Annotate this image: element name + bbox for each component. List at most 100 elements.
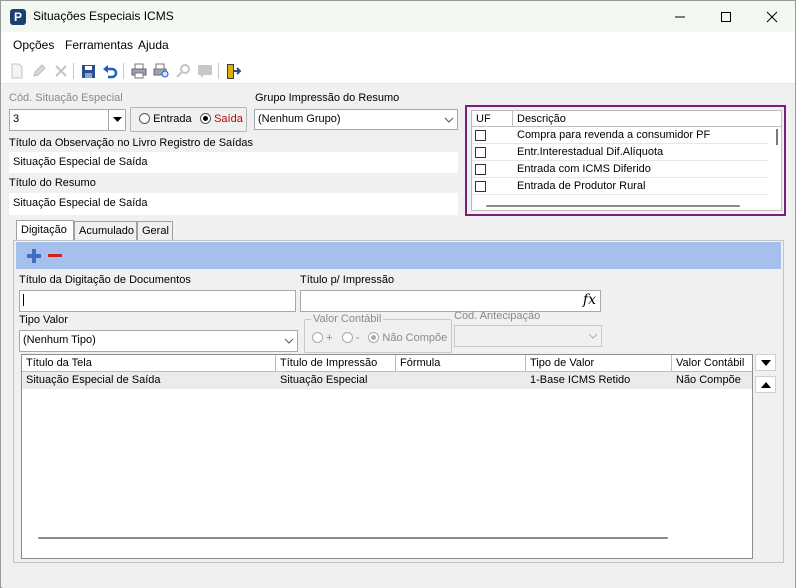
chevron-down-icon xyxy=(444,117,453,123)
uf-row[interactable]: Compra para revenda a consumidor PF xyxy=(472,127,768,144)
uf-row[interactable]: Entr.Interestadual Dif.Alíquota xyxy=(472,144,768,161)
search-icon xyxy=(176,64,190,78)
close-button[interactable] xyxy=(749,1,795,32)
print-button[interactable] xyxy=(130,62,148,80)
titulo-impressao-label: Título p/ Impressão xyxy=(300,274,395,286)
add-row-button[interactable] xyxy=(26,248,42,264)
toolbar-separator xyxy=(218,63,219,79)
cod-situacao-dropdown-button[interactable] xyxy=(108,110,125,130)
exit-button[interactable] xyxy=(224,62,242,80)
undo-button[interactable] xyxy=(101,62,119,80)
radio-vc-nao-compoe-label: Não Compõe xyxy=(382,332,448,344)
radio-saida-circle[interactable] xyxy=(200,113,211,124)
uf-horizontal-scrollbar[interactable] xyxy=(486,205,740,207)
uf-grid-header: UF Descrição xyxy=(472,111,781,127)
grid-horizontal-scrollbar[interactable] xyxy=(38,537,668,539)
titulo-observacao-input[interactable]: Situação Especial de Saída xyxy=(9,152,458,173)
uf-row-descricao: Entrada de Produtor Rural xyxy=(517,180,646,192)
radio-entrada-circle[interactable] xyxy=(139,113,150,124)
uf-vertical-scrollbar[interactable] xyxy=(776,129,778,145)
print-preview-icon xyxy=(153,63,169,78)
radio-vc-nao-compoe[interactable] xyxy=(368,332,380,343)
toolbar-separator xyxy=(73,63,74,79)
fields-grid: Título da Tela Título de Impressão Fórmu… xyxy=(21,354,753,559)
uf-row[interactable]: Entrada de Produtor Rural xyxy=(472,178,768,195)
grupo-impressao-select[interactable]: (Nenhum Grupo) xyxy=(254,109,458,130)
tab-digitacao[interactable]: Digitação xyxy=(16,220,74,242)
grupo-impressao-label: Grupo Impressão do Resumo xyxy=(255,92,400,104)
radio-vc-plus[interactable] xyxy=(312,332,323,343)
delete-icon xyxy=(55,65,67,77)
cod-antecipacao-dropdown-button[interactable] xyxy=(584,326,601,346)
uf-checkbox[interactable] xyxy=(475,164,486,175)
search-button[interactable] xyxy=(174,62,192,80)
move-up-button[interactable] xyxy=(755,376,776,393)
cell-tipo-valor: 1-Base ICMS Retido xyxy=(530,374,631,386)
uf-column-header[interactable]: UF xyxy=(476,113,491,125)
col-tipo-valor[interactable]: Tipo de Valor xyxy=(526,355,672,372)
col-titulo-tela[interactable]: Título da Tela xyxy=(22,355,276,372)
plus-icon xyxy=(27,249,41,263)
cod-situacao-label: Cód. Situação Especial xyxy=(9,92,123,104)
new-button[interactable] xyxy=(8,62,26,80)
menu-ajuda[interactable]: Ajuda xyxy=(138,38,169,52)
edit-button[interactable] xyxy=(30,62,48,80)
operation-type-group: Entrada Saída xyxy=(130,107,247,132)
uf-row[interactable]: Entrada com ICMS Diferido xyxy=(472,161,768,178)
uf-checkbox[interactable] xyxy=(475,147,486,158)
cell-titulo-tela: Situação Especial de Saída xyxy=(26,374,161,386)
delete-button[interactable] xyxy=(52,62,70,80)
radio-entrada-label: Entrada xyxy=(153,113,192,125)
comment-button[interactable] xyxy=(196,62,214,80)
formula-fx-icon[interactable]: fx xyxy=(583,292,596,308)
grupo-impressao-dropdown-button[interactable] xyxy=(440,110,457,129)
radio-entrada[interactable]: Entrada xyxy=(139,113,192,125)
new-document-icon xyxy=(11,63,23,79)
chevron-down-icon xyxy=(588,333,597,339)
col-valor-contabil[interactable]: Valor Contábil xyxy=(672,355,752,372)
menu-ferramentas[interactable]: Ferramentas xyxy=(65,38,133,52)
chevron-down-icon xyxy=(112,117,122,122)
radio-vc-minus[interactable] xyxy=(341,332,353,343)
save-button[interactable] xyxy=(79,62,97,80)
column-divider xyxy=(512,111,513,127)
window-title: Situações Especiais ICMS xyxy=(33,9,174,23)
table-row[interactable]: Situação Especial de Saída Situação Espe… xyxy=(22,372,752,389)
tipo-valor-select[interactable]: (Nenhum Tipo) xyxy=(19,330,298,352)
uf-checkbox[interactable] xyxy=(475,181,486,192)
cell-formula xyxy=(396,372,526,389)
text-cursor xyxy=(23,294,24,306)
exit-icon xyxy=(227,63,241,79)
tipo-valor-dropdown-button[interactable] xyxy=(280,331,297,351)
edit-icon xyxy=(33,64,46,77)
valor-contabil-group: Valor Contábil + - Não Compõe xyxy=(304,313,452,353)
move-down-button[interactable] xyxy=(755,354,776,371)
menu-opcoes[interactable]: Opções xyxy=(13,38,54,52)
menu-bar: Opções Ferramentas Ajuda xyxy=(1,32,795,58)
col-titulo-impressao[interactable]: Título de Impressão xyxy=(276,355,396,372)
cod-antecipacao-select[interactable] xyxy=(454,325,602,347)
uf-checkbox[interactable] xyxy=(475,130,486,141)
maximize-button[interactable] xyxy=(703,1,749,32)
print-preview-button[interactable] xyxy=(152,62,170,80)
titulo-resumo-input[interactable]: Situação Especial de Saída xyxy=(9,193,458,215)
uf-row-descricao: Entrada com ICMS Diferido xyxy=(517,163,651,175)
titulo-observacao-value: Situação Especial de Saída xyxy=(13,156,148,168)
descricao-column-header[interactable]: Descrição xyxy=(517,113,566,125)
title-bar: P Situações Especiais ICMS xyxy=(1,1,795,32)
remove-row-button[interactable] xyxy=(47,248,63,264)
radio-saida[interactable]: Saída xyxy=(200,113,243,125)
tab-acumulado[interactable]: Acumulado xyxy=(74,221,137,241)
tab-geral[interactable]: Geral xyxy=(137,221,173,241)
titulo-resumo-label: Título do Resumo xyxy=(9,177,96,189)
close-icon xyxy=(766,11,778,22)
col-formula[interactable]: Fórmula xyxy=(396,355,526,372)
cod-situacao-combo[interactable]: 3 xyxy=(9,109,126,131)
app-logo-icon: P xyxy=(10,9,26,25)
cod-antecipacao-label: Cod. Antecipação xyxy=(454,310,541,322)
titulo-impressao-input[interactable]: fx xyxy=(300,290,601,312)
minimize-button[interactable] xyxy=(657,1,703,32)
action-bar xyxy=(16,242,781,269)
titulo-digitacao-input[interactable] xyxy=(19,290,296,312)
valor-contabil-label: Valor Contábil xyxy=(311,313,384,325)
